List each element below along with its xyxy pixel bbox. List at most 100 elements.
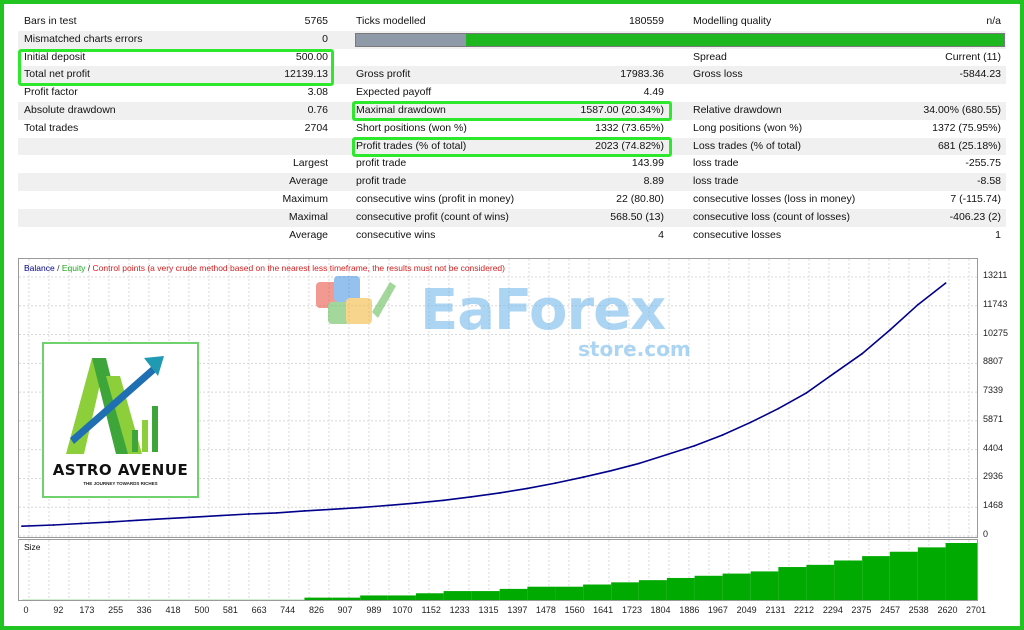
maximal-drawdown-value: 1587.00 (20.34%) <box>580 103 664 116</box>
balance-point <box>135 519 138 522</box>
size-bar <box>192 599 221 600</box>
size-bar <box>889 551 918 600</box>
x-tick-label: 1397 <box>507 605 528 615</box>
size-bar <box>778 567 807 600</box>
balance-point <box>386 504 389 507</box>
balance-point <box>554 482 557 484</box>
stats-row-13: Average consecutive wins 4 consecutive l… <box>18 227 1006 245</box>
size-bar <box>722 573 751 600</box>
watermark-title: EaForex <box>420 278 666 343</box>
balance-point <box>582 476 585 479</box>
mismatch-value: 0 <box>322 32 328 45</box>
balance-point <box>749 421 752 424</box>
size-bar <box>360 595 388 600</box>
balance-point <box>219 514 222 517</box>
profit-factor-value: 3.08 <box>307 86 328 99</box>
size-bar <box>834 560 863 600</box>
y-tick-label: 4404 <box>983 442 1004 453</box>
x-tick-label: 500 <box>194 605 210 615</box>
x-tick-label: 255 <box>108 605 124 615</box>
total-trades-value: 2704 <box>304 121 328 134</box>
balance-point <box>944 282 947 284</box>
logo-name: ASTRO AVENUE <box>52 461 189 479</box>
ticks-value: 180559 <box>628 15 664 27</box>
x-tick-label: 92 <box>53 605 64 615</box>
x-tick-label: 1804 <box>650 605 671 615</box>
max-consecutive-losses-value: 7 (-115.74) <box>950 192 1001 205</box>
y-tick-label: 8807 <box>983 356 1004 367</box>
eaforex-logo-mark-icon <box>316 276 396 324</box>
x-tick-label: 173 <box>79 605 95 615</box>
size-bar <box>694 575 723 600</box>
max-consecutive-wins-value: 22 (80.80) <box>616 192 664 205</box>
size-bar <box>304 597 333 600</box>
x-tick-label: 2620 <box>937 605 958 615</box>
expected-payoff-value: 4.49 <box>643 86 664 99</box>
balance-point <box>777 407 780 410</box>
x-tick-label: 663 <box>251 605 267 615</box>
x-tick-label: 1723 <box>622 605 643 615</box>
balance-point <box>21 525 23 528</box>
x-tick-label: 2131 <box>765 605 786 615</box>
balance-point <box>721 434 724 436</box>
size-chart: Size <box>18 539 978 601</box>
stats-row-6: Absolute drawdown 0.76 Maximal drawdown … <box>18 101 1006 120</box>
x-tick-label: 826 <box>309 605 325 615</box>
balance-point <box>665 453 668 456</box>
balance-point <box>861 352 864 355</box>
absolute-drawdown-value: 0.76 <box>307 103 328 116</box>
balance-point <box>108 521 111 523</box>
y-tick-label: 5871 <box>983 413 1004 424</box>
x-tick-label: 581 <box>222 605 238 615</box>
x-tick-label: 744 <box>280 605 296 615</box>
stats-row-7: Total trades 2704 Short positions (won %… <box>18 120 1006 138</box>
legend-control-points: Control points (a very crude method base… <box>92 263 505 273</box>
loss-trades-value: 681 (25.18%) <box>937 139 1001 152</box>
x-tick-label: 2701 <box>965 605 987 615</box>
relative-drawdown-value: 34.00% (680.55) <box>923 103 1001 116</box>
x-tick-label: 2457 <box>880 605 901 615</box>
balance-point <box>192 516 194 519</box>
stats-table: Bars in test 5765 Ticks modelled 180559 … <box>18 13 1006 244</box>
profit-trades-value: 2023 (74.82%) <box>595 139 664 152</box>
largest-label: Largest <box>292 157 328 170</box>
maximum-label: Maximum <box>282 192 328 205</box>
size-bar <box>164 599 193 600</box>
x-tick-label: 1641 <box>593 605 614 615</box>
balance-point <box>275 511 278 514</box>
legend-sep-2: / <box>85 263 93 273</box>
y-tick-label: 0 <box>983 529 989 539</box>
net-profit-value: 12139.13 <box>284 68 328 81</box>
balance-point <box>637 462 640 465</box>
stats-row-1: Bars in test 5765 Ticks modelled 180559 … <box>18 13 1006 31</box>
gross-loss-value: -5844.23 <box>959 68 1001 81</box>
maximal-label: Maximal <box>288 210 328 223</box>
size-bar <box>917 547 946 600</box>
size-bar <box>136 599 165 600</box>
balance-point <box>52 524 55 526</box>
average-consecutive-losses-value: 1 <box>995 228 1001 241</box>
size-bar <box>81 599 110 600</box>
astro-avenue-logo-icon <box>66 356 164 454</box>
size-bar <box>276 599 305 600</box>
balance-point <box>610 469 613 472</box>
size-bar <box>220 599 249 600</box>
y-tick-label: 1468 <box>983 500 1004 511</box>
balance-point <box>442 499 445 502</box>
bars-value: 5765 <box>304 15 328 27</box>
size-bar <box>945 543 977 600</box>
legend-sep-1: / <box>54 263 62 273</box>
largest-loss-value: -255.75 <box>965 157 1001 170</box>
y-tick-label: 7339 <box>983 385 1004 396</box>
size-bar <box>611 582 639 600</box>
size-bar <box>332 597 361 600</box>
x-tick-label: 1233 <box>449 605 470 615</box>
logo-tagline: THE JOURNEY TOWARDS RICHES <box>83 481 158 486</box>
x-tick-label: 1560 <box>564 605 585 615</box>
spread-value: Current (11) <box>945 50 1001 63</box>
x-tick-label: 336 <box>136 605 152 615</box>
x-tick-label: 2538 <box>908 605 929 615</box>
y-tick-label: 10275 <box>983 327 1009 338</box>
average-profit-value: 8.89 <box>643 175 664 188</box>
size-bar <box>471 591 500 600</box>
